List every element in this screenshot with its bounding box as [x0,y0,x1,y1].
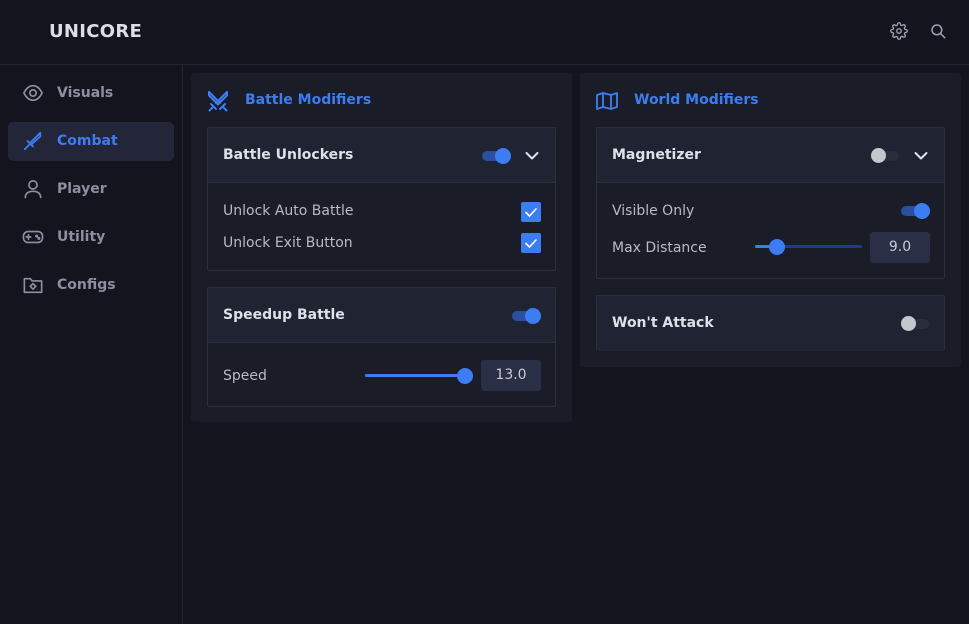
card-header: Battle Unlockers [208,128,555,183]
magnetizer-card: Magnetizer Visible Only Max Distance 9.0 [596,127,945,279]
chevron-down-icon[interactable] [913,148,929,164]
card-title: Battle Unlockers [223,147,354,163]
chevron-down-icon[interactable] [524,148,540,164]
sidebar-item-label: Combat [57,133,118,149]
panel-title: Battle Modifiers [245,92,372,108]
top-bar: UNICORE [0,0,969,65]
sidebar-item-player[interactable]: Player [8,170,174,209]
card-title: Speedup Battle [223,307,345,323]
sidebar-item-label: Player [57,181,107,197]
unlock-auto-battle-checkbox[interactable] [521,202,541,222]
visible-only-toggle[interactable] [901,202,931,220]
app-logo: UNICORE [49,21,143,42]
card-header: Won't Attack [597,296,944,351]
battle-unlockers-card: Battle Unlockers Unlock Auto Battle Unlo… [207,127,556,271]
max-distance-label: Max Distance [612,240,707,256]
map-icon [595,90,619,112]
speed-value-input[interactable]: 13.0 [481,360,541,391]
battle-modifiers-panel: Battle Modifiers Battle Unlockers Unlock… [191,73,572,422]
magnetizer-toggle[interactable] [871,147,901,165]
eye-icon [22,83,44,103]
card-title: Won't Attack [612,315,714,331]
toggle-knob [495,148,511,164]
card-header: Speedup Battle [208,288,555,343]
unlock-auto-battle-label: Unlock Auto Battle [223,203,354,219]
crossed-swords-icon [206,90,230,112]
card-title: Magnetizer [612,147,701,163]
slider-fill [365,374,465,377]
gamepad-icon [22,227,44,247]
world-modifiers-panel: World Modifiers Magnetizer Visible Only … [580,73,961,367]
toggle-knob [914,203,930,219]
toggle-knob [871,148,886,163]
slider-knob[interactable] [769,239,786,255]
gear-icon[interactable] [890,22,908,40]
sidebar-item-label: Visuals [57,85,114,101]
speed-label: Speed [223,368,267,384]
panel-title: World Modifiers [634,92,759,108]
toggle-knob [525,308,541,324]
sidebar-item-visuals[interactable]: Visuals [8,74,174,113]
wont-attack-card: Won't Attack [596,295,945,351]
sword-icon [22,131,44,151]
sidebar-item-configs[interactable]: Configs [8,266,174,305]
visible-only-label: Visible Only [612,203,695,219]
sidebar-item-label: Utility [57,229,106,245]
sidebar-item-combat[interactable]: Combat [8,122,174,161]
sidebar: Visuals Combat Player Utility Configs [0,65,183,624]
toggle-knob [901,316,916,331]
folder-gear-icon [22,275,44,295]
card-header: Magnetizer [597,128,944,183]
sidebar-item-label: Configs [57,277,116,293]
search-icon[interactable] [929,22,947,40]
speedup-battle-toggle[interactable] [512,307,542,325]
battle-unlockers-toggle[interactable] [482,147,512,165]
max-distance-value-input[interactable]: 9.0 [870,232,930,263]
user-icon [22,179,44,199]
unlock-exit-button-label: Unlock Exit Button [223,235,353,251]
speedup-battle-card: Speedup Battle Speed 13.0 [207,287,556,407]
slider-knob[interactable] [457,368,473,384]
max-distance-slider[interactable] [755,239,862,255]
speed-slider[interactable] [365,368,473,384]
wont-attack-toggle[interactable] [901,315,931,333]
sidebar-item-utility[interactable]: Utility [8,218,174,257]
unlock-exit-button-checkbox[interactable] [521,233,541,253]
